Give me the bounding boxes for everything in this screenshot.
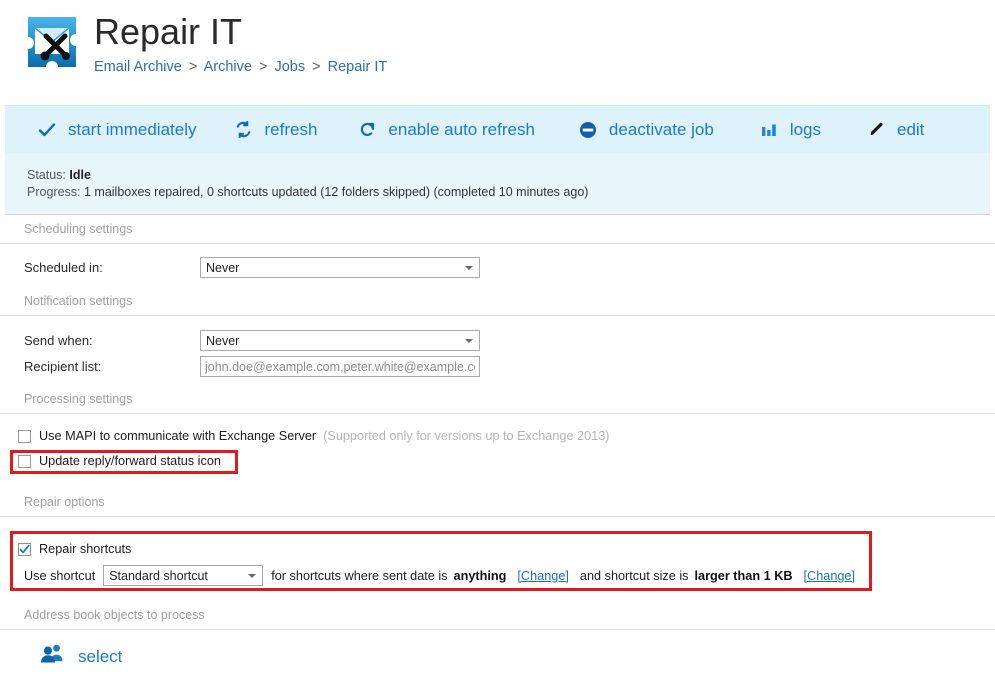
refresh-button[interactable]: refresh	[232, 106, 317, 153]
shortcut-type-select[interactable]: Standard shortcut	[103, 565, 263, 586]
section-header-scheduling: Scheduling settings	[0, 222, 995, 244]
update-status-icon-label: Update reply/forward status icon	[39, 454, 221, 468]
edit-button[interactable]: edit	[865, 106, 924, 153]
chevron-down-icon	[248, 574, 256, 578]
section-header-address-book: Address book objects to process	[0, 608, 995, 630]
pencil-icon	[865, 119, 887, 141]
use-mapi-row: Use MAPI to communicate with Exchange Se…	[18, 429, 609, 443]
job-toolbar: start immediately refresh enable auto re…	[5, 105, 990, 153]
recipient-list-input[interactable]	[200, 356, 480, 377]
shortcut-type-value: Standard shortcut	[109, 569, 208, 583]
select-label: select	[78, 647, 122, 667]
scheduled-in-value: Never	[206, 261, 239, 275]
section-header-processing: Processing settings	[0, 392, 995, 414]
breadcrumb-separator: >	[259, 59, 267, 75]
refresh-icon	[232, 119, 254, 141]
progress-value: 1 mailboxes repaired, 0 shortcuts update…	[84, 185, 588, 199]
status-label: Status:	[27, 168, 66, 182]
progress-line: Progress: 1 mailboxes repaired, 0 shortc…	[27, 184, 990, 201]
breadcrumb-item-email-archive[interactable]: Email Archive	[94, 59, 182, 75]
bar-chart-icon	[758, 119, 780, 141]
use-mapi-label: Use MAPI to communicate with Exchange Se…	[39, 429, 316, 443]
status-line: Status: Idle	[27, 167, 990, 184]
recipient-list-label: Recipient list:	[0, 359, 200, 374]
title-block: Repair IT Email Archive > Archive > Jobs…	[94, 8, 387, 76]
breadcrumb-separator: >	[189, 59, 197, 75]
breadcrumb-item-jobs[interactable]: Jobs	[274, 59, 305, 75]
use-shortcut-label: Use shortcut	[24, 569, 95, 583]
auto-refresh-icon	[356, 119, 378, 141]
check-icon	[36, 119, 58, 141]
page-root: Repair IT Email Archive > Archive > Jobs…	[0, 0, 995, 675]
status-badge: Idle	[69, 168, 91, 182]
use-mapi-hint: (Supported only for versions up to Excha…	[323, 429, 609, 443]
breadcrumb-item-archive[interactable]: Archive	[204, 59, 252, 75]
use-mapi-checkbox[interactable]	[18, 430, 31, 443]
send-when-row: Send when: Never	[0, 330, 995, 351]
page-title: Repair IT	[94, 8, 387, 56]
repair-it-app-icon	[24, 14, 80, 70]
deactivate-job-button[interactable]: deactivate job	[577, 106, 714, 153]
section-header-repair-options: Repair options	[0, 495, 995, 517]
logs-button[interactable]: logs	[758, 106, 821, 153]
update-status-icon-row: Update reply/forward status icon	[18, 454, 221, 468]
breadcrumb-separator: >	[312, 59, 320, 75]
deactivate-icon	[577, 119, 599, 141]
deactivate-job-label: deactivate job	[609, 120, 714, 140]
scheduled-in-label: Scheduled in:	[0, 260, 200, 275]
enable-auto-refresh-label: enable auto refresh	[388, 120, 535, 140]
shortcut-config-row: Use shortcut Standard shortcut for short…	[24, 565, 855, 586]
sent-date-prefix: for shortcuts where sent date is	[271, 569, 447, 583]
page-header: Repair IT Email Archive > Archive > Jobs…	[0, 0, 995, 100]
update-status-icon-checkbox[interactable]	[18, 455, 31, 468]
sent-date-value: anything	[454, 569, 507, 583]
select-address-book-objects-button[interactable]: select	[40, 643, 122, 670]
start-immediately-label: start immediately	[68, 120, 196, 140]
logs-label: logs	[790, 120, 821, 140]
chevron-down-icon	[465, 339, 473, 343]
start-immediately-button[interactable]: start immediately	[36, 106, 196, 153]
recipient-list-row: Recipient list:	[0, 356, 995, 377]
edit-label: edit	[897, 120, 924, 140]
repair-shortcuts-checkbox[interactable]	[18, 543, 31, 556]
repair-shortcuts-label: Repair shortcuts	[39, 542, 131, 556]
status-panel: Status: Idle Progress: 1 mailboxes repai…	[5, 153, 990, 215]
progress-label: Progress:	[27, 185, 81, 199]
scheduled-in-select[interactable]: Never	[200, 257, 480, 278]
chevron-down-icon	[465, 266, 473, 270]
size-change-link[interactable]: [Change]	[804, 569, 856, 583]
size-value: larger than 1 KB	[695, 569, 793, 583]
enable-auto-refresh-button[interactable]: enable auto refresh	[356, 106, 535, 153]
breadcrumb: Email Archive > Archive > Jobs > Repair …	[94, 58, 387, 76]
scheduled-in-row: Scheduled in: Never	[0, 257, 995, 278]
size-prefix: and shortcut size is	[580, 569, 689, 583]
section-header-notification: Notification settings	[0, 294, 995, 316]
send-when-select[interactable]: Never	[200, 330, 480, 351]
send-when-value: Never	[206, 334, 239, 348]
sent-date-change-link[interactable]: [Change]	[517, 569, 569, 583]
breadcrumb-item-repair-it[interactable]: Repair IT	[328, 59, 388, 75]
people-icon	[40, 643, 64, 670]
refresh-label: refresh	[264, 120, 317, 140]
send-when-label: Send when:	[0, 333, 200, 348]
repair-shortcuts-row: Repair shortcuts	[18, 542, 131, 556]
